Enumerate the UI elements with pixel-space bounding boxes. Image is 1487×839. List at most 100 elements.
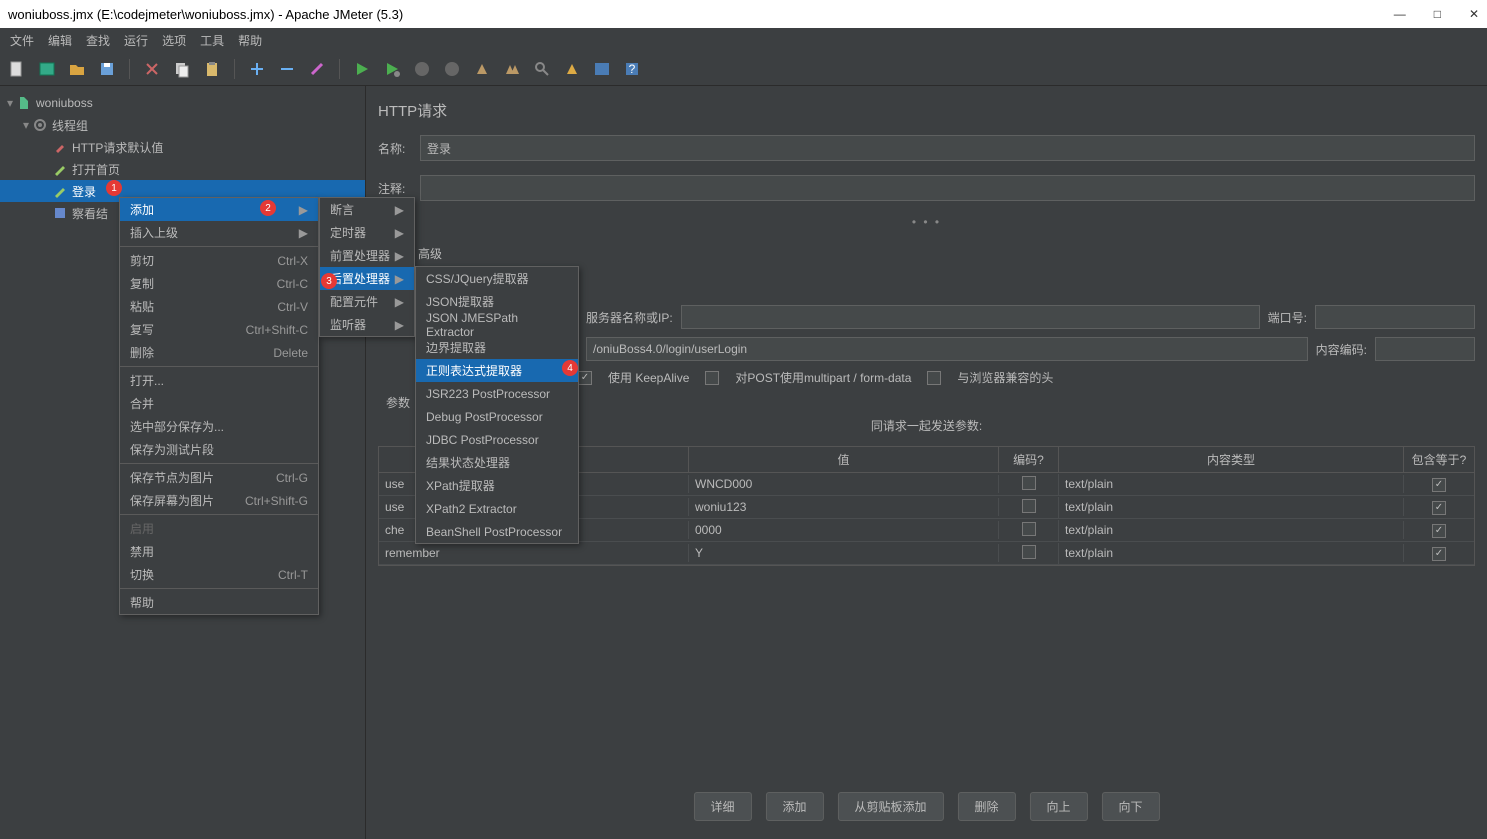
reset-search-icon[interactable]: [561, 58, 583, 80]
down-button[interactable]: 向下: [1102, 792, 1160, 821]
tree-item-openhome[interactable]: 打开首页: [0, 158, 365, 180]
ctx3-item[interactable]: Debug PostProcessor: [416, 405, 578, 428]
td-encode[interactable]: [999, 497, 1059, 518]
keepalive-checkbox[interactable]: [578, 371, 592, 385]
menu-help[interactable]: 帮助: [232, 30, 268, 51]
new-icon[interactable]: [6, 58, 28, 80]
include-checkbox[interactable]: [1432, 478, 1446, 492]
shutdown-icon[interactable]: [441, 58, 463, 80]
start-icon[interactable]: [351, 58, 373, 80]
tree-threadgroup[interactable]: ▾ 线程组: [0, 114, 365, 136]
toggle-icon[interactable]: [306, 58, 328, 80]
detail-button[interactable]: 详细: [693, 792, 751, 821]
name-input[interactable]: [420, 135, 1475, 161]
menu-file[interactable]: 文件: [4, 30, 40, 51]
add-from-clipboard-button[interactable]: 从剪贴板添加: [837, 792, 943, 821]
browser-headers-checkbox[interactable]: [927, 371, 941, 385]
tree-root[interactable]: ▾ woniuboss: [0, 92, 365, 114]
clear-all-icon[interactable]: [501, 58, 523, 80]
menu-options[interactable]: 选项: [156, 30, 192, 51]
chevron-down-icon[interactable]: ▾: [20, 118, 32, 132]
ctx-delete[interactable]: 删除Delete: [120, 341, 318, 364]
function-helper-icon[interactable]: [591, 58, 613, 80]
include-checkbox[interactable]: [1432, 524, 1446, 538]
menu-tools[interactable]: 工具: [194, 30, 230, 51]
ctx2-listeners[interactable]: 监听器▶: [320, 313, 414, 336]
menu-edit[interactable]: 编辑: [42, 30, 78, 51]
ctx3-item[interactable]: JDBC PostProcessor: [416, 428, 578, 451]
collapse-icon[interactable]: [276, 58, 298, 80]
ctx-save-fragment[interactable]: 保存为测试片段: [120, 438, 318, 461]
ctx-copy[interactable]: 复制Ctrl-C: [120, 272, 318, 295]
ctx-cut[interactable]: 剪切Ctrl-X: [120, 249, 318, 272]
td-include[interactable]: [1404, 543, 1474, 563]
path-input[interactable]: [586, 337, 1308, 361]
open-icon[interactable]: [66, 58, 88, 80]
ctx2-config[interactable]: 配置元件▶: [320, 290, 414, 313]
ctx3-item[interactable]: 结果状态处理器: [416, 451, 578, 474]
ctx3-item[interactable]: BeanShell PostProcessor: [416, 520, 578, 543]
delete-button[interactable]: 删除: [958, 792, 1016, 821]
up-button[interactable]: 向上: [1030, 792, 1088, 821]
search-icon[interactable]: [531, 58, 553, 80]
ctx3-item[interactable]: JSR223 PostProcessor: [416, 382, 578, 405]
start-notimers-icon[interactable]: [381, 58, 403, 80]
ctx2-preprocessors[interactable]: 前置处理器▶: [320, 244, 414, 267]
ctx3-item[interactable]: CSS/JQuery提取器: [416, 267, 578, 290]
ctx3-item[interactable]: XPath2 Extractor: [416, 497, 578, 520]
td-encode[interactable]: [999, 520, 1059, 541]
multipart-checkbox[interactable]: [705, 371, 719, 385]
copy-icon[interactable]: [171, 58, 193, 80]
ctx-merge[interactable]: 合并: [120, 392, 318, 415]
add-button[interactable]: 添加: [765, 792, 823, 821]
encode-checkbox[interactable]: [1022, 476, 1036, 490]
close-button[interactable]: ✕: [1469, 7, 1479, 21]
td-include[interactable]: [1404, 497, 1474, 517]
port-input[interactable]: [1315, 305, 1475, 329]
expand-icon[interactable]: [246, 58, 268, 80]
ctx-insert-parent[interactable]: 插入上级▶: [120, 221, 318, 244]
include-checkbox[interactable]: [1432, 501, 1446, 515]
encode-checkbox[interactable]: [1022, 545, 1036, 559]
td-encode[interactable]: [999, 543, 1059, 564]
ctx-save-node-img[interactable]: 保存节点为图片Ctrl-G: [120, 466, 318, 489]
cut-icon[interactable]: [141, 58, 163, 80]
ctx-paste[interactable]: 粘贴Ctrl-V: [120, 295, 318, 318]
servername-input[interactable]: [681, 305, 1260, 329]
ctx3-item[interactable]: JSON JMESPath Extractor: [416, 313, 578, 336]
chevron-down-icon[interactable]: ▾: [4, 96, 16, 110]
paste-icon[interactable]: [201, 58, 223, 80]
minimize-button[interactable]: —: [1394, 7, 1406, 21]
ctx-disable[interactable]: 禁用: [120, 540, 318, 563]
comment-input[interactable]: [420, 175, 1475, 201]
maximize-button[interactable]: □: [1434, 7, 1441, 21]
ctx-add[interactable]: 添加▶: [120, 198, 318, 221]
ctx-save-selection[interactable]: 选中部分保存为...: [120, 415, 318, 438]
ctx2-assertions[interactable]: 断言▶: [320, 198, 414, 221]
tab-advanced[interactable]: 高级: [418, 245, 1487, 262]
ctx3-item[interactable]: 边界提取器: [416, 336, 578, 359]
td-include[interactable]: [1404, 474, 1474, 494]
ctx-toggle[interactable]: 切换Ctrl-T: [120, 563, 318, 586]
ctx-save-screen-img[interactable]: 保存屏幕为图片Ctrl+Shift-G: [120, 489, 318, 512]
tab-collapse-icon[interactable]: • • •: [912, 215, 941, 229]
table-row[interactable]: rememberYtext/plain: [379, 542, 1474, 565]
include-checkbox[interactable]: [1432, 547, 1446, 561]
tree-item-defaults[interactable]: HTTP请求默认值: [0, 136, 365, 158]
td-encode[interactable]: [999, 474, 1059, 495]
encoding-input[interactable]: [1375, 337, 1475, 361]
help-icon[interactable]: ?: [621, 58, 643, 80]
clear-icon[interactable]: [471, 58, 493, 80]
ctx3-item[interactable]: 正则表达式提取器: [416, 359, 578, 382]
stop-icon[interactable]: [411, 58, 433, 80]
ctx2-timers[interactable]: 定时器▶: [320, 221, 414, 244]
td-include[interactable]: [1404, 520, 1474, 540]
ctx-open[interactable]: 打开...: [120, 369, 318, 392]
ctx-duplicate[interactable]: 复写Ctrl+Shift-C: [120, 318, 318, 341]
templates-icon[interactable]: [36, 58, 58, 80]
ctx-help[interactable]: 帮助: [120, 591, 318, 614]
save-icon[interactable]: [96, 58, 118, 80]
encode-checkbox[interactable]: [1022, 522, 1036, 536]
ctx3-item[interactable]: XPath提取器: [416, 474, 578, 497]
menu-search[interactable]: 查找: [80, 30, 116, 51]
